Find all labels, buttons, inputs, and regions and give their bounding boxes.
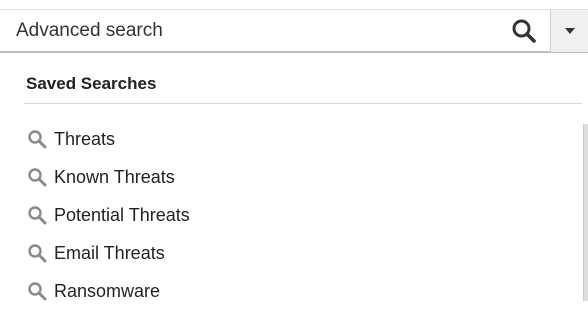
search-options-dropdown-button[interactable] — [550, 10, 588, 52]
search-icon — [26, 128, 48, 150]
caret-down-icon — [564, 28, 575, 34]
saved-search-label: Known Threats — [54, 166, 175, 187]
saved-search-item-email-threats[interactable]: Email Threats — [26, 234, 190, 272]
saved-searches-list: Threats Known Threats Potential Threats — [26, 120, 190, 310]
scrollbar-thumb[interactable] — [583, 124, 588, 301]
saved-searches-heading: Saved Searches — [26, 74, 157, 93]
saved-searches-panel: Saved Searches Threats Known Threats Pot… — [14, 62, 588, 301]
saved-search-item-ransomware[interactable]: Ransomware — [26, 272, 190, 310]
advanced-search-bar — [0, 9, 588, 53]
saved-search-item-known-threats[interactable]: Known Threats — [26, 158, 190, 196]
saved-search-label: Ransomware — [54, 280, 161, 301]
search-icon — [26, 204, 48, 226]
search-icon — [512, 19, 536, 43]
search-icon — [26, 280, 48, 302]
saved-search-label: Email Threats — [54, 242, 165, 263]
saved-search-item-threats[interactable]: Threats — [26, 120, 190, 158]
search-icon — [26, 166, 48, 188]
search-button[interactable] — [500, 10, 548, 52]
saved-search-item-potential-threats[interactable]: Potential Threats — [26, 196, 190, 234]
search-input[interactable] — [16, 10, 486, 52]
heading-divider — [24, 103, 582, 104]
saved-search-label: Potential Threats — [54, 204, 190, 225]
saved-search-label: Threats — [54, 128, 116, 149]
search-icon — [26, 242, 48, 264]
